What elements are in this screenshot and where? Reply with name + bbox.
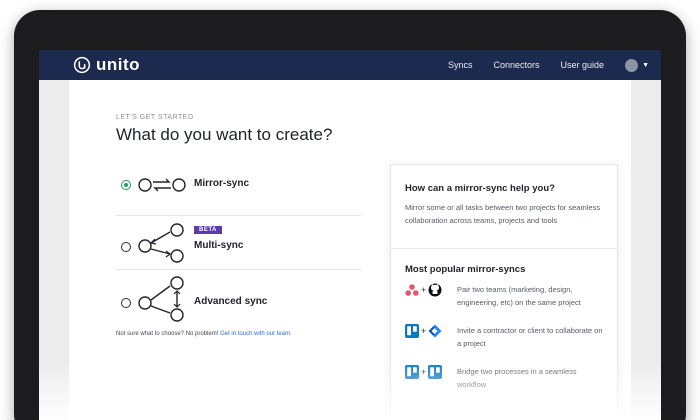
radio-mirror-sync[interactable] <box>121 180 131 190</box>
top-nav-bar: unito Syncs Connectors User guide ▼ <box>39 50 661 80</box>
radio-advanced-sync[interactable] <box>121 298 131 308</box>
plus-icon: + <box>421 285 427 295</box>
popular-item-icons: + <box>405 283 442 297</box>
popular-item-text: Bridge two processes in a seamless workf… <box>457 367 577 389</box>
popular-item-text: Invite a contractor or client to collabo… <box>457 326 603 348</box>
divider <box>116 215 361 216</box>
brand-logo[interactable]: unito <box>73 55 140 75</box>
github-icon <box>428 283 442 297</box>
beta-badge: BETA <box>194 226 222 234</box>
option-label: Multi-sync <box>194 240 244 251</box>
contact-team-link[interactable]: Get in touch with our team. <box>220 331 292 337</box>
page-eyebrow: LET'S GET STARTED <box>116 114 194 121</box>
jira-icon <box>428 324 442 338</box>
popular-item[interactable]: + Invite a contractor or client to colla… <box>405 324 610 354</box>
divider <box>116 269 361 270</box>
trello-icon <box>405 324 419 338</box>
app-screen: unito Syncs Connectors User guide ▼ LET'… <box>39 50 661 420</box>
multi-sync-icon <box>138 223 184 263</box>
help-text-body: Not sure what to choose? No problem! <box>116 331 219 337</box>
option-label: Advanced sync <box>194 296 268 307</box>
option-advanced-sync[interactable]: Advanced sync <box>121 275 361 322</box>
unito-logo-icon <box>73 56 91 74</box>
nav-connectors[interactable]: Connectors <box>494 60 540 70</box>
panel-divider <box>391 248 617 249</box>
popular-item-icons: + <box>405 365 443 379</box>
brand-name: unito <box>96 55 141 74</box>
plus-icon: + <box>421 367 427 377</box>
top-nav-links: Syncs Connectors User guide ▼ <box>427 50 649 80</box>
popular-item[interactable]: + Bridge two processes in a seamless wor… <box>405 365 610 395</box>
asana-icon <box>405 284 419 296</box>
radio-multi-sync[interactable] <box>121 242 131 252</box>
nav-user-guide[interactable]: User guide <box>561 60 605 70</box>
help-text: Not sure what to choose? No problem! Get… <box>116 331 292 337</box>
popular-item-icons: + <box>405 324 442 338</box>
page-title: What do you want to create? <box>116 125 333 144</box>
advanced-sync-icon <box>138 276 184 322</box>
option-mirror-sync[interactable]: Mirror-sync <box>121 164 361 206</box>
popular-item-text: Pair two teams (marketing, design, engin… <box>457 285 581 307</box>
popular-item[interactable]: + Pair two teams (marketing, design, eng… <box>405 283 610 313</box>
mirror-sync-info-panel: How can a mirror-sync help you? Mirror s… <box>390 164 618 420</box>
trello-icon <box>428 365 443 379</box>
panel-heading: How can a mirror-sync help you? <box>405 183 555 194</box>
option-label: Mirror-sync <box>194 178 250 189</box>
create-sync-page: LET'S GET STARTED What do you want to cr… <box>69 80 631 420</box>
panel-description: Mirror some or all tasks between two pro… <box>405 203 601 225</box>
user-avatar[interactable] <box>625 58 639 72</box>
popular-heading: Most popular mirror-syncs <box>405 264 526 275</box>
trello-icon <box>405 365 419 379</box>
nav-syncs[interactable]: Syncs <box>448 60 473 70</box>
mirror-sync-icon <box>138 178 186 192</box>
option-multi-sync[interactable]: BETA Multi-sync <box>121 222 361 264</box>
plus-icon: + <box>421 326 427 336</box>
chevron-down-icon[interactable]: ▼ <box>642 62 649 69</box>
